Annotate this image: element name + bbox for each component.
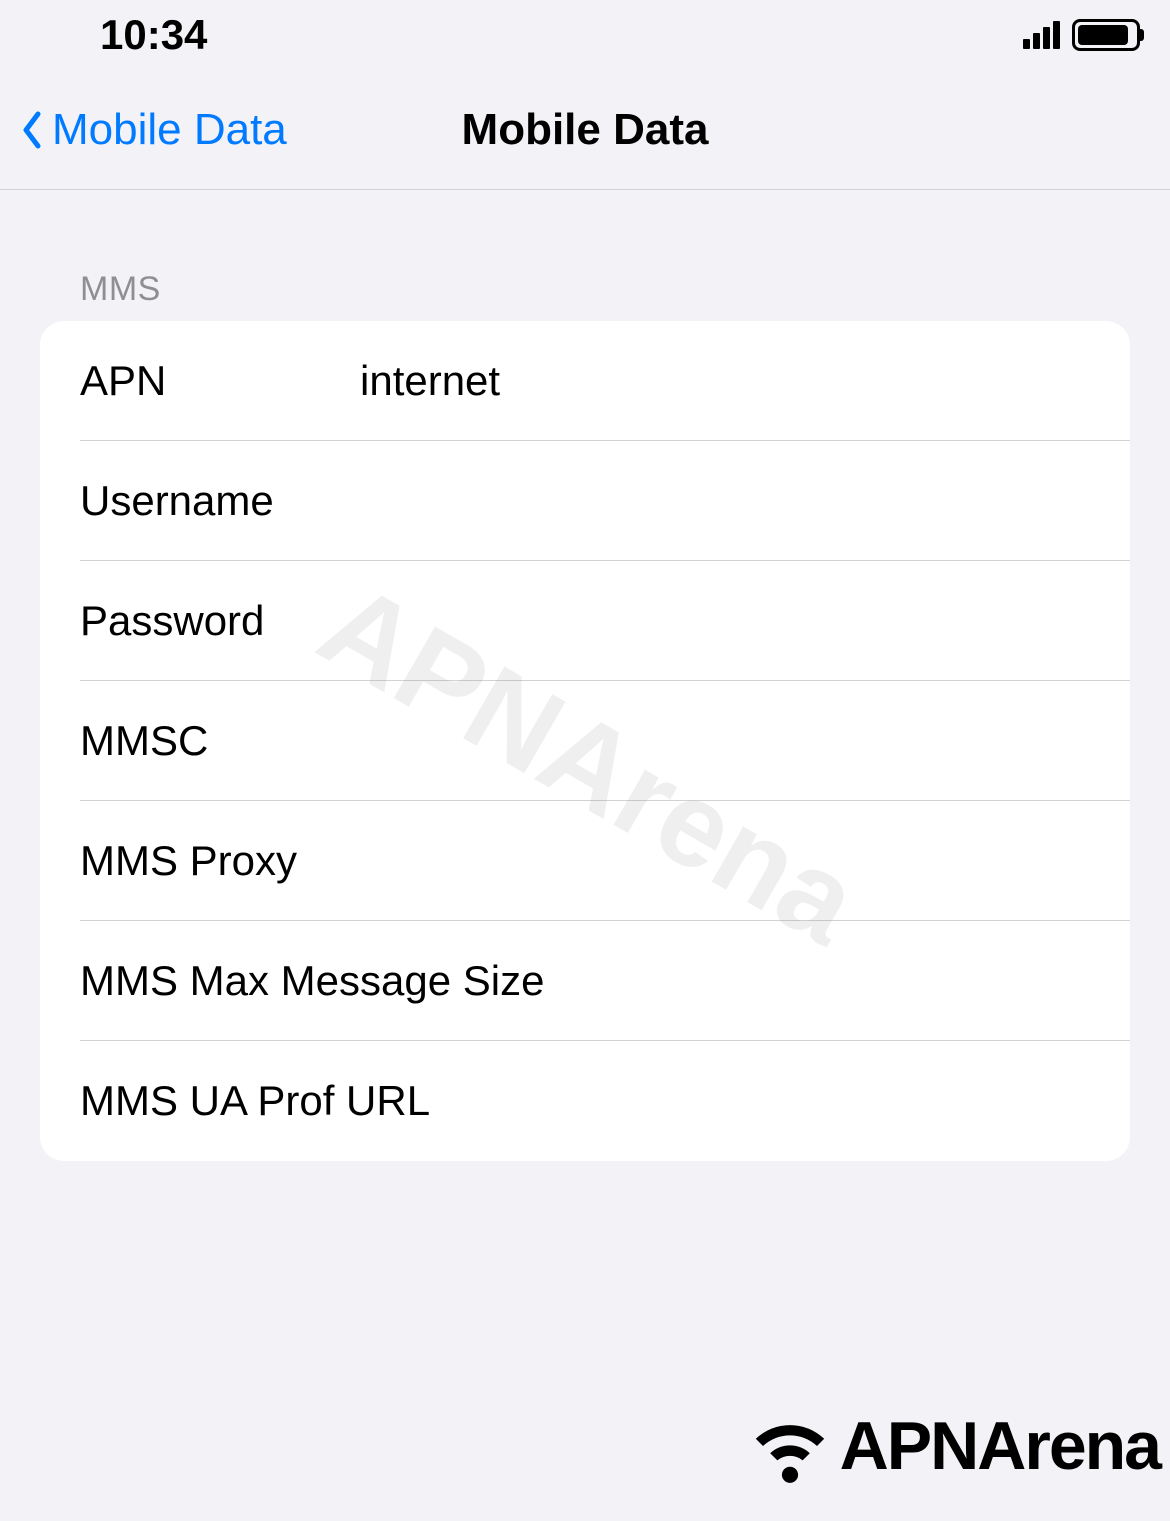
settings-group-mms: APN Username Password MMSC MMS Proxy MMS… xyxy=(40,321,1130,1161)
mms-max-size-input[interactable] xyxy=(544,957,1090,1005)
row-label: MMS Max Message Size xyxy=(80,957,544,1005)
row-label: Password xyxy=(80,597,360,645)
settings-row-mms-max-size[interactable]: MMS Max Message Size xyxy=(40,921,1130,1041)
row-label: MMS Proxy xyxy=(80,837,360,885)
section-header-mms: MMS xyxy=(40,270,1130,321)
chevron-left-icon xyxy=(20,110,44,150)
status-bar: 10:34 xyxy=(0,0,1170,70)
back-label: Mobile Data xyxy=(52,105,287,155)
row-label: APN xyxy=(80,357,360,405)
cellular-signal-icon xyxy=(1023,21,1060,49)
content-area: MMS APN Username Password MMSC MMS Proxy… xyxy=(0,190,1170,1161)
navigation-bar: Mobile Data Mobile Data xyxy=(0,70,1170,190)
status-time: 10:34 xyxy=(100,11,207,59)
password-input[interactable] xyxy=(360,597,1090,645)
settings-row-password[interactable]: Password xyxy=(40,561,1130,681)
settings-row-username[interactable]: Username xyxy=(40,441,1130,561)
settings-row-mms-proxy[interactable]: MMS Proxy xyxy=(40,801,1130,921)
status-indicators xyxy=(1023,19,1140,51)
username-input[interactable] xyxy=(360,477,1090,525)
row-label: MMS UA Prof URL xyxy=(80,1077,430,1125)
mmsc-input[interactable] xyxy=(360,717,1090,765)
settings-row-apn[interactable]: APN xyxy=(40,321,1130,441)
apn-input[interactable] xyxy=(360,357,1090,405)
wifi-icon xyxy=(745,1401,835,1491)
footer-brand-logo: APNArena xyxy=(745,1401,1160,1491)
footer-brand-text: APNArena xyxy=(840,1407,1160,1485)
settings-row-mmsc[interactable]: MMSC xyxy=(40,681,1130,801)
mms-proxy-input[interactable] xyxy=(360,837,1090,885)
row-label: Username xyxy=(80,477,360,525)
page-title: Mobile Data xyxy=(462,105,709,155)
settings-row-mms-ua-prof[interactable]: MMS UA Prof URL xyxy=(40,1041,1130,1161)
battery-icon xyxy=(1072,19,1140,51)
mms-ua-prof-input[interactable] xyxy=(430,1077,1090,1125)
row-label: MMSC xyxy=(80,717,360,765)
back-button[interactable]: Mobile Data xyxy=(0,105,287,155)
